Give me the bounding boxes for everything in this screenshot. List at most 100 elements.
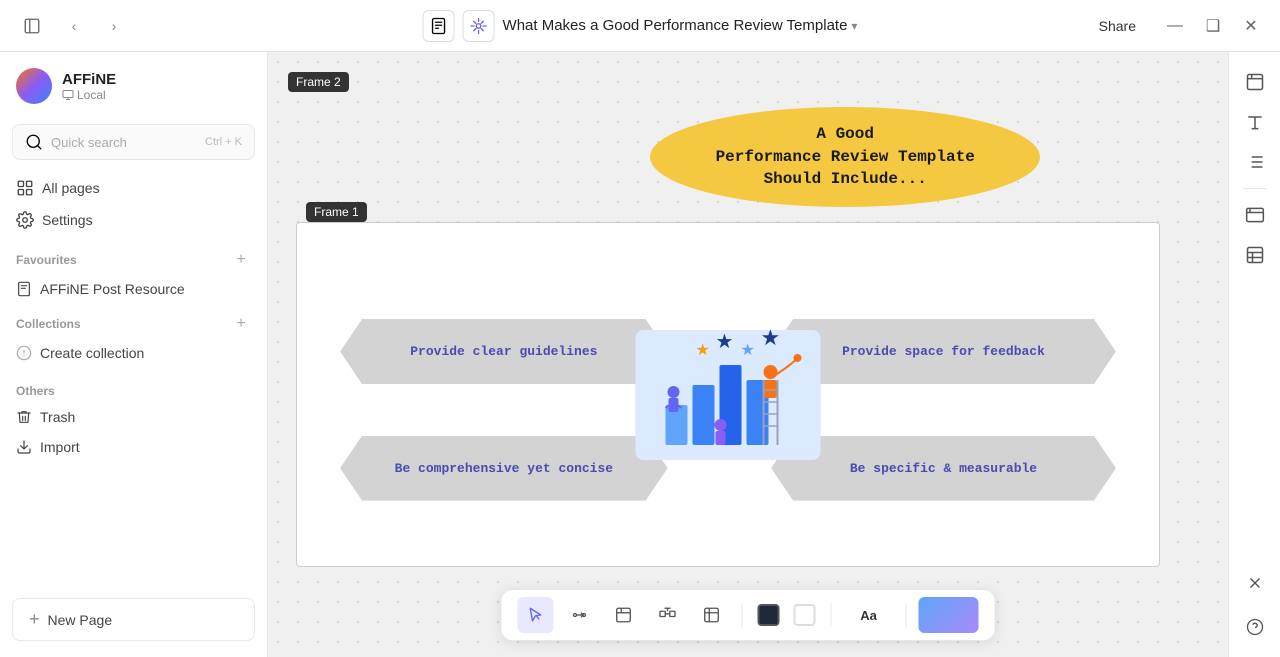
help-icon bbox=[1246, 618, 1264, 636]
page-icon bbox=[16, 281, 32, 297]
font-tool-button[interactable]: Aa bbox=[844, 597, 894, 633]
select-icon bbox=[527, 606, 545, 624]
rt-code-button[interactable] bbox=[1237, 197, 1273, 233]
oval-header: A Good Performance Review Template Shoul… bbox=[650, 107, 1040, 207]
rt-help-button[interactable] bbox=[1237, 609, 1273, 645]
white-frame: Provide clear guidelines Provide space f… bbox=[296, 222, 1160, 567]
oval-text: A Good Performance Review Template Shoul… bbox=[716, 123, 975, 190]
chevron-down-icon: ▾ bbox=[851, 19, 857, 33]
toolbar-separator-1 bbox=[742, 603, 743, 627]
close-icon bbox=[1246, 574, 1264, 592]
rt-frame-button[interactable] bbox=[1237, 64, 1273, 100]
center-illustration: ★ ★ ★ ★ bbox=[636, 330, 821, 460]
frame2-label: Frame 2 bbox=[288, 72, 349, 92]
favourites-add-button[interactable]: + bbox=[231, 250, 251, 270]
user-info: AFFiNE Local bbox=[62, 71, 116, 102]
sidebar-item-settings[interactable]: Settings bbox=[8, 204, 259, 236]
toolbar-separator-3 bbox=[906, 603, 907, 627]
share-button[interactable]: Share bbox=[1085, 12, 1150, 40]
diamond-bottom-right: Be specific & measurable bbox=[771, 436, 1116, 501]
new-page-plus-icon: + bbox=[29, 609, 40, 630]
connect-icon bbox=[571, 606, 589, 624]
avatar bbox=[16, 68, 52, 104]
connect-tool-button[interactable] bbox=[562, 597, 598, 633]
canvas-area[interactable]: Frame 2 A Good Performance Review Templa… bbox=[268, 52, 1228, 657]
topbar: ‹ › What Makes a Good Performance Review… bbox=[0, 0, 1280, 52]
topbar-right: Share — ❑ ✕ bbox=[1085, 12, 1264, 40]
bottom-toolbar: Aa bbox=[501, 589, 996, 641]
rt-frame-icon bbox=[1245, 72, 1265, 92]
user-workspace: Local bbox=[62, 88, 116, 102]
sidebar-item-trash[interactable]: Trash bbox=[8, 402, 259, 432]
doc-icon[interactable] bbox=[423, 10, 455, 42]
sidebar-item-create-collection[interactable]: Create collection bbox=[0, 338, 267, 368]
illustration-svg: ★ ★ ★ ★ bbox=[636, 330, 821, 460]
info-icon bbox=[16, 345, 32, 361]
minimize-button[interactable]: — bbox=[1162, 13, 1188, 39]
frame1-label: Frame 1 bbox=[306, 202, 367, 222]
pages-icon bbox=[16, 179, 34, 197]
collections-section-header: Collections + bbox=[0, 304, 267, 338]
group-tool-button[interactable] bbox=[650, 597, 686, 633]
right-toolbar bbox=[1228, 52, 1280, 657]
close-button[interactable]: ✕ bbox=[1238, 13, 1264, 39]
sidebar-item-import[interactable]: Import bbox=[8, 432, 259, 462]
rt-layout-button[interactable] bbox=[1237, 237, 1273, 273]
topbar-left: ‹ › bbox=[16, 10, 128, 42]
sidebar-item-affine-post[interactable]: AFFiNE Post Resource bbox=[0, 274, 267, 304]
svg-text:★: ★ bbox=[761, 330, 781, 350]
doc-title: What Makes a Good Performance Review Tem… bbox=[503, 17, 848, 34]
import-icon bbox=[16, 439, 32, 455]
white-swatch-preview bbox=[794, 604, 816, 626]
diamond-bottom-left: Be comprehensive yet concise bbox=[340, 436, 668, 501]
user-name: AFFiNE bbox=[62, 71, 116, 88]
main-layout: AFFiNE Local Quick search Ctrl + K All p… bbox=[0, 52, 1280, 657]
search-shortcut: Ctrl + K bbox=[205, 136, 242, 148]
new-page-button[interactable]: + New Page bbox=[12, 598, 255, 641]
others-label: Others bbox=[8, 376, 259, 402]
group-icon bbox=[659, 606, 677, 624]
style-preview[interactable] bbox=[919, 597, 979, 633]
user-section: AFFiNE Local bbox=[0, 52, 267, 120]
edgeless-icon[interactable] bbox=[463, 10, 495, 42]
note-tool-button[interactable] bbox=[694, 597, 730, 633]
nav-back-button[interactable]: ‹ bbox=[60, 12, 88, 40]
dark-color-swatch[interactable] bbox=[755, 597, 783, 633]
diamond-top-right: Provide space for feedback bbox=[771, 319, 1116, 384]
rt-layout-icon bbox=[1245, 245, 1265, 265]
rt-close-button[interactable] bbox=[1237, 565, 1273, 601]
rt-text-icon bbox=[1245, 112, 1265, 132]
dark-swatch-preview bbox=[758, 604, 780, 626]
svg-text:★: ★ bbox=[696, 342, 710, 359]
search-bar[interactable]: Quick search Ctrl + K bbox=[12, 124, 255, 160]
settings-icon bbox=[16, 211, 34, 229]
sidebar-item-all-pages[interactable]: All pages bbox=[8, 172, 259, 204]
note-icon bbox=[703, 606, 721, 624]
select-tool-button[interactable] bbox=[518, 597, 554, 633]
svg-text:★: ★ bbox=[741, 342, 755, 359]
search-icon bbox=[25, 133, 43, 151]
others-section: Others Trash Import bbox=[0, 368, 267, 462]
rt-list-icon bbox=[1245, 152, 1265, 172]
toolbar-separator-2 bbox=[831, 603, 832, 627]
doc-title-area[interactable]: What Makes a Good Performance Review Tem… bbox=[503, 17, 858, 34]
rt-code-icon bbox=[1245, 205, 1265, 225]
collections-add-button[interactable]: + bbox=[231, 314, 251, 334]
sidebar-toggle-button[interactable] bbox=[16, 10, 48, 42]
rt-list-button[interactable] bbox=[1237, 144, 1273, 180]
sidebar: AFFiNE Local Quick search Ctrl + K All p… bbox=[0, 52, 268, 657]
diamond-top-left: Provide clear guidelines bbox=[340, 319, 668, 384]
topbar-center: What Makes a Good Performance Review Tem… bbox=[423, 10, 858, 42]
svg-text:★: ★ bbox=[716, 331, 734, 353]
favourites-section-header: Favourites + bbox=[0, 240, 267, 274]
search-text: Quick search bbox=[51, 135, 197, 150]
collections-label: Collections bbox=[16, 317, 81, 331]
sidebar-nav: All pages Settings bbox=[0, 168, 267, 240]
nav-forward-button[interactable]: › bbox=[100, 12, 128, 40]
frame-icon bbox=[615, 606, 633, 624]
maximize-button[interactable]: ❑ bbox=[1200, 13, 1226, 39]
rt-separator-1 bbox=[1243, 188, 1267, 189]
rt-text-button[interactable] bbox=[1237, 104, 1273, 140]
white-color-swatch[interactable] bbox=[791, 597, 819, 633]
frame-tool-button[interactable] bbox=[606, 597, 642, 633]
